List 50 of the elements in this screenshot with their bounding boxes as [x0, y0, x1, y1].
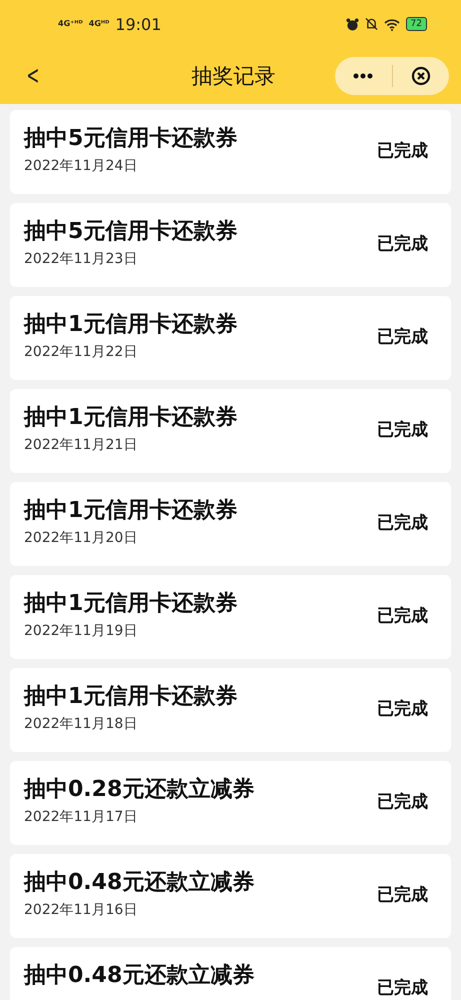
- record-date: 2022年11月19日: [24, 623, 138, 640]
- record-status: 已完成: [377, 607, 428, 626]
- record-status: 已完成: [377, 421, 428, 440]
- bell-off-icon: [364, 17, 378, 31]
- record-title: 抽中5元信用卡还款券: [24, 127, 238, 151]
- record-title: 抽中1元信用卡还款券: [24, 592, 238, 616]
- record-status: 已完成: [377, 700, 428, 719]
- record-card[interactable]: 抽中5元信用卡还款券 2022年11月24日 已完成: [10, 110, 451, 194]
- record-card[interactable]: 抽中5元信用卡还款券 2022年11月23日 已完成: [10, 203, 451, 287]
- wifi-icon: [384, 18, 400, 30]
- record-card[interactable]: 抽中1元信用卡还款券 2022年11月21日 已完成: [10, 389, 451, 473]
- record-status: 已完成: [377, 328, 428, 347]
- record-status: 已完成: [377, 793, 428, 812]
- record-card[interactable]: 抽中1元信用卡还款券 2022年11月20日 已完成: [10, 482, 451, 566]
- record-title: 抽中0.28元还款立减券: [24, 778, 256, 802]
- alarm-icon: [346, 18, 359, 30]
- record-title: 抽中1元信用卡还款券: [24, 406, 238, 430]
- more-icon: [353, 73, 374, 79]
- record-card[interactable]: 抽中1元信用卡还款券 2022年11月18日 已完成: [10, 668, 451, 752]
- record-date: 2022年11月18日: [24, 716, 138, 733]
- record-date: 2022年11月22日: [24, 344, 138, 361]
- page-title: 抽奖记录: [192, 63, 276, 90]
- network-label: 4Gᴴᴰ: [88, 20, 110, 28]
- battery-level: 72: [406, 17, 427, 31]
- record-status: 已完成: [377, 979, 428, 998]
- close-icon: [410, 66, 431, 86]
- record-title: 抽中1元信用卡还款券: [24, 685, 238, 709]
- back-button[interactable]: <: [24, 61, 42, 91]
- record-title: 抽中5元信用卡还款券: [24, 220, 238, 244]
- record-card[interactable]: 抽中0.48元还款立减券 已完成: [10, 947, 451, 1000]
- record-card[interactable]: 抽中1元信用卡还款券 2022年11月19日 已完成: [10, 575, 451, 659]
- record-date: 2022年11月20日: [24, 530, 138, 547]
- record-status: 已完成: [377, 886, 428, 905]
- record-title: 抽中1元信用卡还款券: [24, 313, 238, 337]
- record-date: 2022年11月24日: [24, 158, 138, 175]
- record-date: 2022年11月21日: [24, 437, 138, 454]
- record-date: 2022年11月17日: [24, 809, 138, 826]
- record-title: 抽中0.48元还款立减券: [24, 964, 256, 988]
- record-date: 2022年11月23日: [24, 251, 138, 268]
- clock-time: 19:01: [115, 14, 162, 34]
- record-card[interactable]: 抽中1元信用卡还款券 2022年11月22日 已完成: [10, 296, 451, 380]
- record-status: 已完成: [377, 235, 428, 254]
- record-card[interactable]: 抽中0.48元还款立减券 2022年11月16日 已完成: [10, 854, 451, 938]
- record-title: 抽中0.48元还款立减券: [24, 871, 256, 895]
- record-card[interactable]: 抽中0.28元还款立减券 2022年11月17日 已完成: [10, 761, 451, 845]
- network-label: 4G⁺ᴴᴰ: [58, 20, 83, 28]
- record-date: 2022年11月16日: [24, 902, 138, 919]
- record-status: 已完成: [377, 142, 428, 161]
- record-title: 抽中1元信用卡还款券: [24, 499, 238, 523]
- record-status: 已完成: [377, 514, 428, 533]
